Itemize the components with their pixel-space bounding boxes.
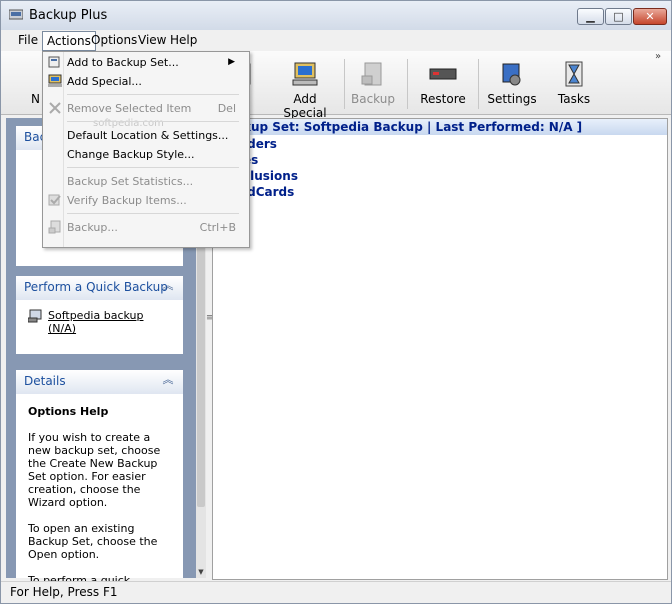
toolbar-separator <box>407 59 408 109</box>
backup-icon <box>361 62 382 86</box>
backup-set-view: kup Set: Softpedia Backup | Last Perform… <box>212 118 668 580</box>
menu-separator <box>67 94 239 95</box>
verify-icon <box>48 194 61 206</box>
menu-separator <box>67 167 239 168</box>
panel-details: Details ︽ Options Help If you wish to cr… <box>16 370 183 600</box>
menu-bar: File Actions Options View Help <box>1 30 671 51</box>
collapse-icon[interactable]: ︽ <box>161 373 175 387</box>
menu-item-backup: Backup... Ctrl+B <box>43 218 249 237</box>
app-window: Backup Plus ▁ □ ✕ File Actions Options V… <box>0 0 672 604</box>
toolbar-overflow-button[interactable]: » <box>655 51 661 62</box>
panel-title: Details <box>24 374 66 388</box>
backup-icon <box>48 220 61 234</box>
actions-menu: softpedia.com Add to Backup Set... ▶ Add… <box>42 51 250 248</box>
help-paragraph: To open an existing Backup Set, choose t… <box>28 522 158 561</box>
title-bar[interactable]: Backup Plus ▁ □ ✕ <box>1 1 671 30</box>
toolbar-separator <box>478 59 479 109</box>
menu-item-label: Remove Selected Item <box>67 102 192 115</box>
menu-help[interactable]: Help <box>166 32 201 49</box>
toolbar-separator <box>344 59 345 109</box>
menu-item-remove-selected: Remove Selected Item Del <box>43 99 249 118</box>
tree-item-exclusions[interactable]: clusions <box>243 169 298 183</box>
menu-item-shortcut: Del <box>217 102 236 115</box>
tasks-icon <box>565 61 583 87</box>
toolbar-label: Add Special <box>283 92 327 120</box>
toolbar-label: Tasks <box>557 92 591 106</box>
menu-item-label: Add to Backup Set... <box>67 56 179 69</box>
backup-set-header: kup Set: Softpedia Backup | Last Perform… <box>213 119 667 135</box>
menu-file[interactable]: File <box>14 32 42 49</box>
maximize-icon: □ <box>613 10 624 23</box>
toolbar-tasks-button[interactable]: Tasks <box>551 56 597 111</box>
toolbar-label: Backup <box>351 92 395 106</box>
quick-backup-date: (N/A) <box>48 322 77 335</box>
menu-item-label: Default Location & Settings... <box>67 129 229 142</box>
panel-header[interactable]: Perform a Quick Backup ︽ <box>16 276 183 300</box>
toolbar-label: Restore <box>420 92 466 106</box>
remove-icon <box>49 102 61 114</box>
toolbar-settings-button[interactable]: Settings <box>485 56 539 111</box>
minimize-icon: ▁ <box>586 10 595 23</box>
backup-set-header-text: kup Set: Softpedia Backup | Last Perform… <box>243 120 583 134</box>
help-text: If you wish to create a new backup set, … <box>28 431 173 603</box>
menu-item-label: Backup... <box>67 221 118 234</box>
submenu-arrow-icon: ▶ <box>228 57 235 67</box>
add-file-icon <box>48 56 60 68</box>
close-button[interactable]: ✕ <box>633 8 667 25</box>
toolbar-backup-button: Backup <box>349 56 397 111</box>
window-title: Backup Plus <box>29 8 108 23</box>
menu-item-change-backup-style[interactable]: Change Backup Style... <box>43 145 249 164</box>
menu-item-label: Change Backup Style... <box>67 148 195 161</box>
collapse-icon[interactable]: ︽ <box>161 279 175 293</box>
status-text: For Help, Press F1 <box>10 585 118 599</box>
restore-icon <box>429 68 457 80</box>
app-icon <box>9 9 23 20</box>
toolbar-add-special-button[interactable]: Add Special <box>271 56 339 120</box>
computer-icon <box>292 62 318 86</box>
toolbar-restore-button[interactable]: Restore <box>415 56 471 111</box>
menu-separator <box>67 213 239 214</box>
status-bar: For Help, Press F1 <box>1 581 671 602</box>
close-icon: ✕ <box>645 10 655 23</box>
menu-view[interactable]: View <box>134 32 170 49</box>
menu-item-label: Backup Set Statistics... <box>67 175 194 188</box>
scroll-down-icon[interactable]: ▼ <box>196 568 206 576</box>
menu-item-add-special[interactable]: Add Special... <box>43 72 249 91</box>
maximize-button[interactable]: □ <box>605 8 632 25</box>
settings-icon <box>502 63 521 86</box>
menu-item-verify-backup-items: Verify Backup Items... <box>43 191 249 210</box>
help-title: Options Help <box>28 405 109 418</box>
panel-quick-backup: Perform a Quick Backup ︽ Softpedia backu… <box>16 276 183 354</box>
menu-item-label: Add Special... <box>67 75 142 88</box>
menu-item-label: Verify Backup Items... <box>67 194 187 207</box>
tree-item-wildcards[interactable]: ldCards <box>243 185 294 199</box>
menu-item-shortcut: Ctrl+B <box>199 221 236 234</box>
help-paragraph: If you wish to create a new backup set, … <box>28 431 161 509</box>
panel-title: Perform a Quick Backup <box>24 280 168 294</box>
quick-backup-name[interactable]: Softpedia backup <box>48 309 144 322</box>
toolbar-label: Settings <box>487 92 537 106</box>
computer-icon <box>48 74 62 87</box>
panel-header[interactable]: Details ︽ <box>16 370 183 394</box>
menu-item-default-location[interactable]: Default Location & Settings... <box>43 126 249 145</box>
minimize-button[interactable]: ▁ <box>577 8 604 25</box>
backup-set-icon <box>28 309 42 323</box>
menu-item-backup-set-statistics: Backup Set Statistics... <box>43 172 249 191</box>
menu-item-add-to-backup-set[interactable]: Add to Backup Set... ▶ <box>43 53 249 72</box>
menu-separator <box>67 121 239 122</box>
